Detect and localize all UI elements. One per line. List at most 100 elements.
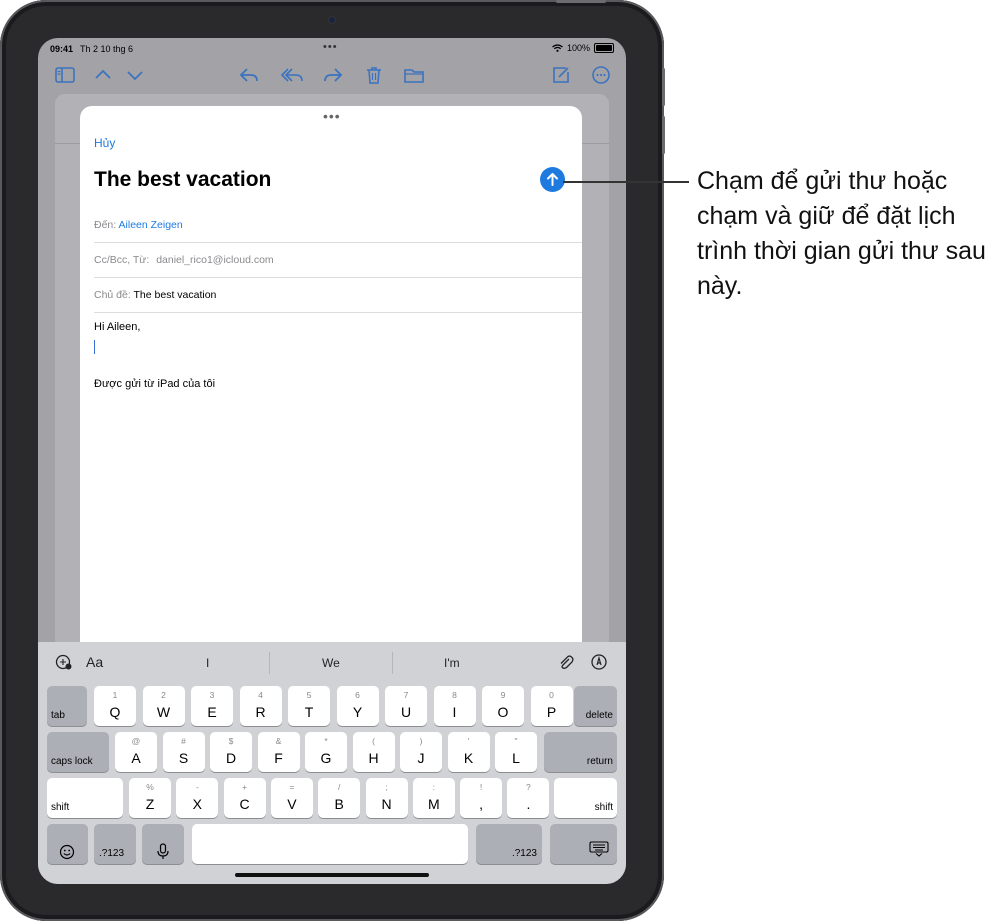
paperclip-icon[interactable]: [557, 653, 575, 671]
space-key[interactable]: [192, 824, 468, 864]
compose-title: The best vacation: [94, 168, 272, 191]
key-alt-char: -: [195, 782, 199, 792]
key-alt-char: 6: [355, 690, 360, 700]
key-row3-0[interactable]: % Z: [129, 778, 171, 818]
key-row3-1[interactable]: -X: [176, 778, 219, 818]
key-char: U: [400, 704, 412, 720]
dictation-key[interactable]: [142, 824, 184, 864]
return-key[interactable]: return: [544, 732, 617, 772]
chevron-up-icon[interactable]: [92, 64, 114, 86]
key-row2-3[interactable]: & F: [257, 732, 300, 772]
key-char: Q: [109, 704, 121, 720]
caps-lock-key[interactable]: caps lock: [47, 732, 109, 772]
subject-label: Chủ đề:: [94, 289, 131, 301]
key-row3-2[interactable]: + C: [223, 778, 266, 818]
multitasking-dots-icon[interactable]: •••: [323, 41, 338, 53]
front-camera: [329, 17, 335, 23]
key-row1-0[interactable]: 1Q: [94, 686, 136, 726]
key-alt-char: 5: [306, 690, 312, 700]
key-alt-char: =: [289, 782, 295, 792]
key-row1-4[interactable]: 5T: [288, 686, 330, 726]
key-row2-2[interactable]: $ D: [210, 732, 252, 772]
key-alt-char: %: [146, 782, 154, 792]
key-row1-3[interactable]: 4R: [239, 686, 282, 726]
chevron-down-icon[interactable]: [124, 64, 146, 86]
key-row2-5[interactable]: (H: [352, 732, 395, 772]
reply-all-icon[interactable]: [280, 64, 304, 86]
key-alt-char: ): [419, 736, 423, 746]
text-format-button[interactable]: Aa: [86, 654, 103, 670]
cc-bcc-label: Cc/Bcc, Từ:: [94, 254, 150, 266]
shift-left-key[interactable]: shift: [47, 778, 123, 818]
key-alt-char: ;: [385, 782, 388, 792]
more-icon[interactable]: [590, 64, 612, 86]
sidebar-toggle-icon[interactable]: [54, 64, 76, 86]
key-row2-1[interactable]: # S: [162, 732, 205, 772]
signature[interactable]: Được gửi từ iPad của tôi: [94, 378, 215, 390]
suggestion-bar: Aa I We I'm: [38, 642, 626, 682]
key-alt-char: ': [467, 736, 470, 746]
markup-pen-icon[interactable]: [590, 653, 608, 671]
trash-icon[interactable]: [363, 64, 385, 86]
delete-key[interactable]: delete: [574, 686, 617, 726]
shift-right-key[interactable]: shift: [554, 778, 617, 818]
key-char: D: [225, 750, 237, 766]
key-row2-8[interactable]: " L: [495, 732, 537, 772]
divider: [269, 652, 270, 674]
key-alt-char: :: [432, 782, 435, 792]
key-row3-5[interactable]: ; N: [365, 778, 408, 818]
key-row1-9[interactable]: 0P: [530, 686, 573, 726]
callout-text: Chạm để gửi thư hoặc chạm và giữ để đặt …: [697, 167, 986, 300]
keyboard: Aa I We I'm tab 1Q2W3E4R5T6Y7U8I9O0P del…: [38, 642, 626, 884]
key-alt-char: 1: [112, 690, 118, 700]
suggestion-3[interactable]: I'm: [444, 656, 460, 670]
key-char: ,: [479, 796, 484, 812]
numbers-key-right[interactable]: .?123: [476, 824, 542, 864]
suggestion-1[interactable]: I: [206, 656, 209, 670]
key-row2-4[interactable]: * G: [305, 732, 347, 772]
key-row3-7[interactable]: !,: [460, 778, 503, 818]
key-row1-7[interactable]: 8I: [433, 686, 476, 726]
battery-icon: [594, 43, 614, 53]
subject-value[interactable]: The best vacation: [134, 289, 217, 301]
to-field[interactable]: Đến: Aileen Zeigen: [94, 219, 183, 231]
writing-tools-icon[interactable]: [55, 653, 73, 671]
key-char: P: [546, 704, 557, 720]
cancel-button[interactable]: Hủy: [94, 136, 115, 150]
key-row1-6[interactable]: 7U: [385, 686, 427, 726]
status-bar: 09:41 Th 2 10 thg 6 ••• 100%: [38, 38, 626, 58]
to-recipient[interactable]: Aileen Zeigen: [119, 219, 183, 231]
key-row3-8[interactable]: ?.: [507, 778, 550, 818]
key-row3-6[interactable]: :M: [412, 778, 455, 818]
top-button: [556, 0, 606, 3]
key-row2-7[interactable]: ' K: [447, 732, 490, 772]
compose-icon[interactable]: [550, 64, 572, 86]
cc-bcc-from-field[interactable]: Cc/Bcc, Từ: daniel_rico1@icloud.com: [94, 254, 274, 266]
reply-icon[interactable]: [238, 64, 260, 86]
folder-icon[interactable]: [403, 64, 425, 86]
home-indicator[interactable]: [235, 873, 429, 877]
suggestion-2[interactable]: We: [322, 656, 340, 670]
body-greeting[interactable]: Hi Aileen,: [94, 321, 140, 333]
key-row2-0[interactable]: @ A: [115, 732, 157, 772]
key-row1-2[interactable]: 3E: [191, 686, 233, 726]
key-alt-char: ?: [526, 782, 531, 792]
key-row1-1[interactable]: 2W: [142, 686, 185, 726]
key-char: T: [304, 704, 314, 720]
forward-icon[interactable]: [322, 64, 344, 86]
emoji-key[interactable]: [47, 824, 88, 864]
from-address[interactable]: daniel_rico1@icloud.com: [156, 254, 273, 266]
key-alt-char: $: [228, 736, 234, 746]
subject-field[interactable]: Chủ đề: The best vacation: [94, 289, 216, 301]
key-row2-6[interactable]: ) J: [400, 732, 442, 772]
key-row3-3[interactable]: = V: [270, 778, 313, 818]
send-button[interactable]: [540, 167, 565, 192]
key-char: R: [255, 704, 266, 720]
key-row1-5[interactable]: 6Y: [336, 686, 379, 726]
dismiss-keyboard-key[interactable]: [550, 824, 617, 864]
sheet-handle-icon[interactable]: •••: [323, 108, 341, 124]
numbers-key-left[interactable]: .?123: [94, 824, 136, 864]
key-row1-8[interactable]: 9O: [482, 686, 524, 726]
key-row3-4[interactable]: / B: [318, 778, 361, 818]
tab-key[interactable]: tab: [47, 686, 87, 726]
